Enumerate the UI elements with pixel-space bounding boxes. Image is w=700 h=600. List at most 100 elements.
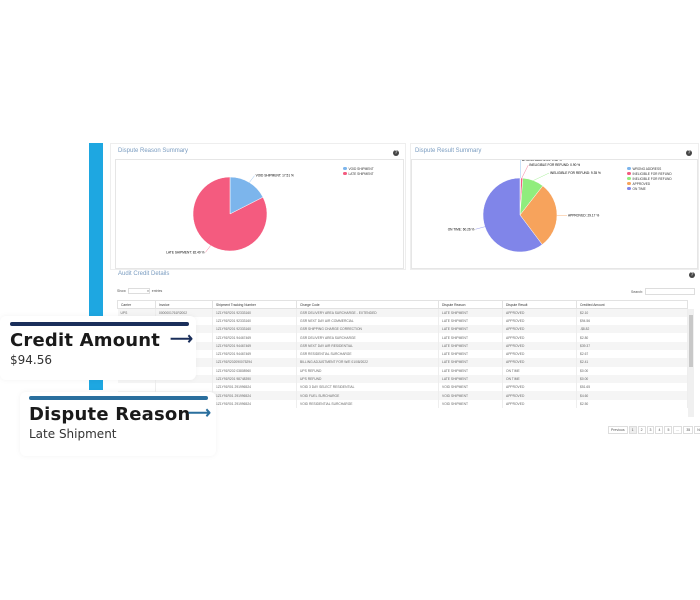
- legend-label: INELIGIBLE FOR REFUND: [632, 176, 672, 181]
- next-page-button[interactable]: Next: [694, 426, 700, 434]
- dispute-reason-callout: Dispute Reason Late Shipment ⟶: [20, 392, 216, 456]
- legend-swatch: [343, 166, 347, 171]
- table-cell: APPROVED: [502, 308, 577, 317]
- credit-amount-callout: Credit Amount $94.56 ⟶: [0, 316, 196, 380]
- table-row[interactable]: 1Z1Y91R201 94467469 GSR NEXT DAY AIR RESI…: [117, 341, 688, 350]
- table-cell: [155, 383, 213, 392]
- table-row[interactable]: 1Z1Y91R01 291996524 VOID 3 DAY SELECT RES…: [117, 383, 688, 392]
- data-label: ON TIME: 60.26 %: [448, 227, 475, 231]
- table-cell: $2.50: [576, 399, 688, 409]
- table-row[interactable]: UPS 0000001761R2002 1Z1Y91R201 92333160 GSR…: [117, 308, 688, 317]
- arrow-right-icon: ⟶: [170, 331, 193, 348]
- table-cell: UPS REFUND: [296, 374, 439, 384]
- legend-item[interactable]: ON TIME: [627, 186, 672, 191]
- column-header[interactable]: Charge Code: [296, 300, 439, 309]
- page-button[interactable]: 4: [655, 426, 664, 434]
- table-cell: 1Z1Y91R201 94467469: [212, 349, 297, 359]
- connector-line: [249, 175, 255, 183]
- table-cell: [117, 383, 156, 392]
- table-row[interactable]: 1Z1Y91R202 03808960 UPS REFUND LATE SHIPME…: [117, 366, 688, 375]
- section-title: Audit Credit Details: [118, 271, 170, 277]
- table-cell: VOID SHIPMENT: [438, 383, 503, 392]
- table-cell: VOID RESIDENTIAL SURCHARGE: [296, 399, 439, 409]
- table-cell: APPROVED: [502, 399, 577, 409]
- table-cell: $51.65: [576, 383, 688, 392]
- page-button[interactable]: 35: [683, 426, 694, 434]
- legend-item[interactable]: INELIGIBLE FOR REFUND: [627, 171, 672, 176]
- question-circle-icon[interactable]: ?: [686, 150, 692, 156]
- entries-select[interactable]: ▾: [127, 288, 150, 294]
- legend-label: VOID SHIPMENT: [348, 166, 374, 171]
- legend-swatch: [627, 186, 631, 191]
- legend-item[interactable]: VOID SHIPMENT: [343, 166, 374, 171]
- page-button[interactable]: ...: [673, 426, 683, 434]
- table-row[interactable]: 1Z1Y91R202090075294 BILLING ADJUSTMENT FO…: [117, 358, 688, 367]
- column-header[interactable]: Dispute Result: [502, 300, 577, 309]
- table-row[interactable]: UPS0000001761R23711Z1Y91R201 98748390UPS…: [117, 374, 688, 384]
- connector-line: [475, 226, 485, 230]
- page-button[interactable]: 5: [664, 426, 673, 434]
- table-cell: GSR SHIPPING CHARGE CORRECTION: [296, 325, 439, 334]
- page-button[interactable]: 3: [646, 426, 655, 434]
- previous-page-button[interactable]: Previous: [608, 426, 628, 434]
- entries-label: entries: [151, 289, 163, 293]
- table-cell: 1Z1Y91R201 92333160: [212, 316, 297, 326]
- page-button[interactable]: 2: [637, 426, 646, 434]
- show-label: Show: [117, 289, 126, 293]
- legend-label: APPROVED: [632, 181, 651, 186]
- table-cell: LATE SHIPMENT: [438, 341, 503, 350]
- connector-line: [533, 172, 550, 181]
- table-cell: $94.56: [576, 316, 688, 326]
- table-cell: BILLING ADJUSTMENT FOR W/E 01/08/2022: [296, 358, 439, 367]
- column-header[interactable]: Shipment Tracking Number: [212, 300, 297, 309]
- data-label: INELIGIBLE FOR REFUND: 0.90 %: [529, 163, 580, 167]
- column-header[interactable]: Dispute Reason: [438, 300, 503, 309]
- legend-item[interactable]: INELIGIBLE FOR REFUND: [627, 176, 672, 181]
- data-label: WRONG ADDRESS: 0.32 %: [521, 160, 562, 162]
- callout-value: $94.56: [10, 353, 52, 367]
- connector-line: [205, 245, 211, 253]
- question-circle-icon[interactable]: ?: [393, 150, 399, 156]
- column-header[interactable]: Carrier: [117, 300, 156, 309]
- table-cell: 1Z1Y91R01 291996524: [212, 383, 297, 392]
- table-cell: VOID SHIPMENT: [438, 399, 503, 409]
- table-cell: $0.00: [576, 374, 688, 384]
- data-label: VOID SHIPMENT: 17.51 %: [256, 174, 294, 178]
- dispute-result-panel: Dispute Result Summary ? WRONG ADDRESS: …: [410, 143, 699, 270]
- table-cell: APPROVED: [502, 358, 577, 367]
- dispute-reason-pie: VOID SHIPMENT: 17.51 % LATE SHIPMENT: 82.…: [166, 174, 294, 255]
- table-cell: GSR RESIDENTIAL SURCHARGE: [296, 349, 439, 359]
- search-label: Search:: [631, 289, 644, 294]
- column-header[interactable]: Invoice: [155, 300, 213, 309]
- legend-label: INELIGIBLE FOR REFUND: [632, 171, 672, 176]
- table-cell: 1Z1Y91R201 92333160: [212, 308, 297, 317]
- table-cell: $0.00: [576, 366, 688, 375]
- table-cell: $39.37: [576, 341, 688, 350]
- table-cell: LATE SHIPMENT: [438, 325, 503, 334]
- table-cell: 1Z1Y91R202090075294: [212, 358, 297, 367]
- table-cell: LATE SHIPMENT: [438, 358, 503, 367]
- table-row[interactable]: 1Z1Y91R201 92333160 GSR SHIPPING CHARGE C…: [117, 325, 688, 334]
- search-input[interactable]: [645, 288, 696, 295]
- table-row[interactable]: 1Z1Y91R201 94467469 GSR RESIDENTIAL SURCH…: [117, 349, 688, 359]
- table-cell: ON TIME: [502, 366, 577, 375]
- callout-title: Dispute Reason: [29, 404, 191, 425]
- table-scrollbar[interactable]: [688, 309, 694, 417]
- chart-container: VOID SHIPMENT: 17.51 % LATE SHIPMENT: 82.…: [115, 159, 404, 269]
- table-cell: 1Z1Y91R01 291996524: [212, 399, 297, 409]
- table-cell: APPROVED: [502, 333, 577, 342]
- table-cell: 1Z1Y91R201 94467469: [212, 333, 297, 342]
- legend-swatch: [627, 176, 631, 181]
- table-row[interactable]: 1Z1Y91R201 94467469 GSR DELIVERY AREA SUR…: [117, 333, 688, 342]
- arrow-right-icon: ⟶: [188, 405, 211, 422]
- callout-line: [29, 396, 208, 400]
- accent-bar: [89, 380, 103, 390]
- table-cell: $4.60: [576, 391, 688, 400]
- scrollbar-thumb[interactable]: [689, 315, 693, 367]
- question-circle-icon[interactable]: ?: [689, 272, 695, 278]
- table-row[interactable]: 1Z1Y91R201 92333160 GSR NEXT DAY AIR COMM…: [117, 316, 688, 326]
- legend-item[interactable]: LATE SHIPMENT: [343, 171, 374, 176]
- page-button[interactable]: 1: [628, 426, 637, 434]
- column-header[interactable]: Credited Amount: [576, 300, 688, 309]
- table-cell: 1Z1Y91R201 98748390: [212, 374, 297, 384]
